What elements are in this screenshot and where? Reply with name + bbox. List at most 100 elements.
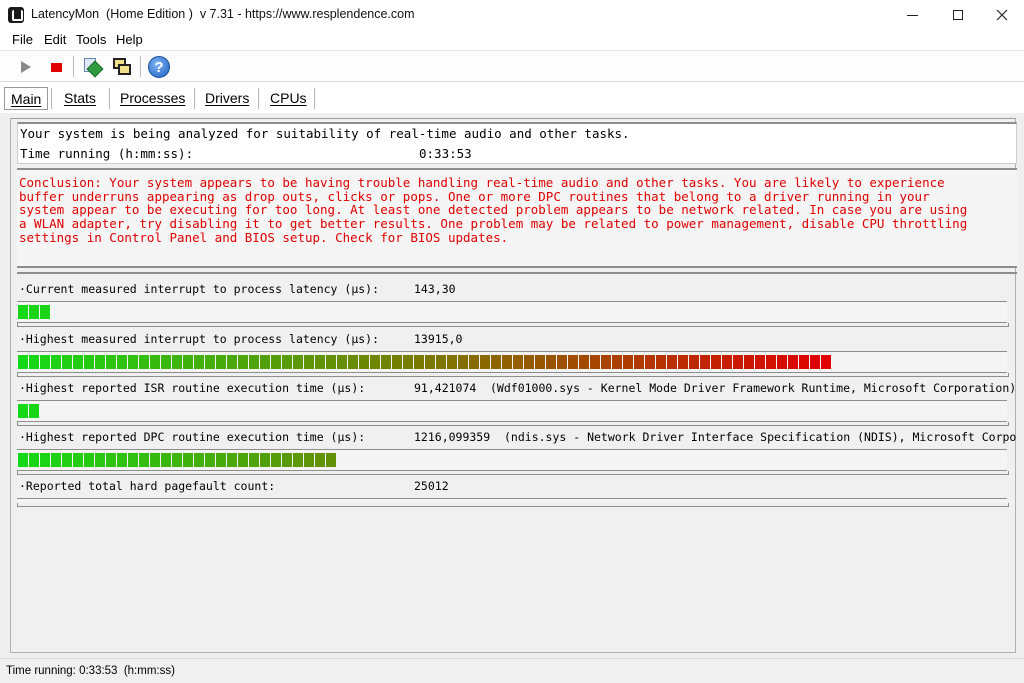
latency-bar-highest bbox=[17, 351, 1009, 377]
tab-main[interactable]: Main bbox=[4, 87, 49, 110]
bar-segment bbox=[84, 355, 94, 369]
bar-segment bbox=[326, 355, 336, 369]
bar-fill bbox=[18, 404, 39, 418]
tools-icon bbox=[82, 57, 104, 78]
metric-detail: (Wdf01000.sys - Kernel Mode Driver Frame… bbox=[490, 381, 1017, 395]
bar-segment bbox=[128, 355, 138, 369]
metric-value: 1216,099359 bbox=[414, 430, 491, 444]
tab-separator bbox=[258, 88, 259, 109]
tools-button[interactable] bbox=[80, 55, 104, 79]
menu-bar: File Edit Tools Help bbox=[0, 30, 1024, 51]
metric-highest-dpc: ·Highest reported DPC routine execution … bbox=[17, 428, 1017, 446]
main-area: Your system is being analyzed for suitab… bbox=[0, 113, 1024, 658]
minimize-icon bbox=[906, 14, 918, 16]
bar-segment bbox=[282, 355, 292, 369]
bar-segment bbox=[18, 453, 28, 467]
bar-segment bbox=[106, 355, 116, 369]
bar-segment bbox=[106, 453, 116, 467]
bar-segment bbox=[689, 355, 699, 369]
bar-segment bbox=[29, 355, 39, 369]
bar-segment bbox=[678, 355, 688, 369]
bar-segment bbox=[139, 453, 149, 467]
bar-segment bbox=[260, 355, 270, 369]
toolbar: ? bbox=[0, 51, 1024, 82]
start-button[interactable] bbox=[14, 55, 38, 79]
status-text: Time running: 0:33:53 (h:mm:ss) bbox=[6, 665, 175, 677]
bar-segment bbox=[480, 355, 490, 369]
bar-segment bbox=[271, 453, 281, 467]
metric-highest-latency: ·Highest measured interrupt to process l… bbox=[17, 330, 1017, 348]
tab-bar: Main Stats Processes Drivers CPUs bbox=[0, 83, 1024, 113]
bar-segment bbox=[18, 305, 28, 319]
bar-segment bbox=[502, 355, 512, 369]
help-icon: ? bbox=[148, 56, 170, 78]
conclusion-text: Conclusion: Your system appears to be ha… bbox=[19, 175, 968, 245]
bar-segment bbox=[326, 453, 336, 467]
bar-segment bbox=[117, 453, 127, 467]
bar-segment bbox=[249, 355, 259, 369]
minimize-button[interactable] bbox=[889, 0, 935, 30]
bar-segment bbox=[84, 453, 94, 467]
bar-segment bbox=[315, 453, 325, 467]
bar-segment bbox=[227, 453, 237, 467]
metric-label: ·Highest reported DPC routine execution … bbox=[19, 430, 366, 444]
bar-segment bbox=[821, 355, 831, 369]
bar-segment bbox=[414, 355, 424, 369]
bar-segment bbox=[238, 453, 248, 467]
bar-segment bbox=[722, 355, 732, 369]
bar-segment bbox=[623, 355, 633, 369]
bar-segment bbox=[216, 355, 226, 369]
tab-separator bbox=[51, 88, 52, 109]
windows-button[interactable] bbox=[110, 55, 134, 79]
metric-value: 143,30 bbox=[414, 282, 456, 296]
bar-segment bbox=[51, 355, 61, 369]
bar-segment bbox=[29, 305, 39, 319]
bar-segment bbox=[216, 453, 226, 467]
windows-icon bbox=[112, 57, 132, 77]
bar-segment bbox=[161, 355, 171, 369]
close-button[interactable] bbox=[979, 0, 1024, 30]
tab-separator bbox=[314, 88, 315, 109]
menu-file[interactable]: File bbox=[12, 32, 33, 47]
bar-segment bbox=[29, 453, 39, 467]
metric-value: 13915,0 bbox=[414, 332, 463, 346]
bar-segment bbox=[700, 355, 710, 369]
bar-segment bbox=[403, 355, 413, 369]
bar-segment bbox=[73, 453, 83, 467]
bar-segment bbox=[579, 355, 589, 369]
title-bar: LatencyMon (Home Edition ) v 7.31 - http… bbox=[0, 0, 1024, 30]
bar-segment bbox=[62, 453, 72, 467]
bar-segment bbox=[524, 355, 534, 369]
tab-stats[interactable]: Stats bbox=[58, 87, 102, 110]
window-title: LatencyMon (Home Edition ) v 7.31 - http… bbox=[31, 7, 415, 21]
tab-drivers[interactable]: Drivers bbox=[199, 87, 255, 110]
bar-segment bbox=[337, 355, 347, 369]
bar-segment bbox=[205, 453, 215, 467]
bar-segment bbox=[634, 355, 644, 369]
bar-segment bbox=[139, 355, 149, 369]
bar-segment bbox=[557, 355, 567, 369]
bar-segment bbox=[249, 453, 259, 467]
tab-cpus[interactable]: CPUs bbox=[264, 87, 313, 110]
maximize-button[interactable] bbox=[935, 0, 981, 30]
metric-current-latency: ·Current measured interrupt to process l… bbox=[17, 280, 1017, 298]
time-running-value: 0:33:53 bbox=[419, 146, 472, 161]
bar-segment bbox=[777, 355, 787, 369]
help-button[interactable]: ? bbox=[147, 55, 171, 79]
bar-segment bbox=[194, 355, 204, 369]
menu-edit[interactable]: Edit bbox=[44, 32, 66, 47]
bar-segment bbox=[150, 453, 160, 467]
dpc-bar bbox=[17, 449, 1009, 475]
bar-segment bbox=[469, 355, 479, 369]
tab-processes[interactable]: Processes bbox=[114, 87, 191, 110]
bar-segment bbox=[18, 355, 28, 369]
stop-button[interactable] bbox=[44, 55, 68, 79]
bar-segment bbox=[656, 355, 666, 369]
bar-segment bbox=[711, 355, 721, 369]
play-icon bbox=[21, 61, 31, 73]
bar-segment bbox=[788, 355, 798, 369]
metric-label: ·Reported total hard pagefault count: bbox=[19, 479, 276, 493]
menu-help[interactable]: Help bbox=[116, 32, 143, 47]
bar-segment bbox=[183, 453, 193, 467]
menu-tools[interactable]: Tools bbox=[76, 32, 106, 47]
